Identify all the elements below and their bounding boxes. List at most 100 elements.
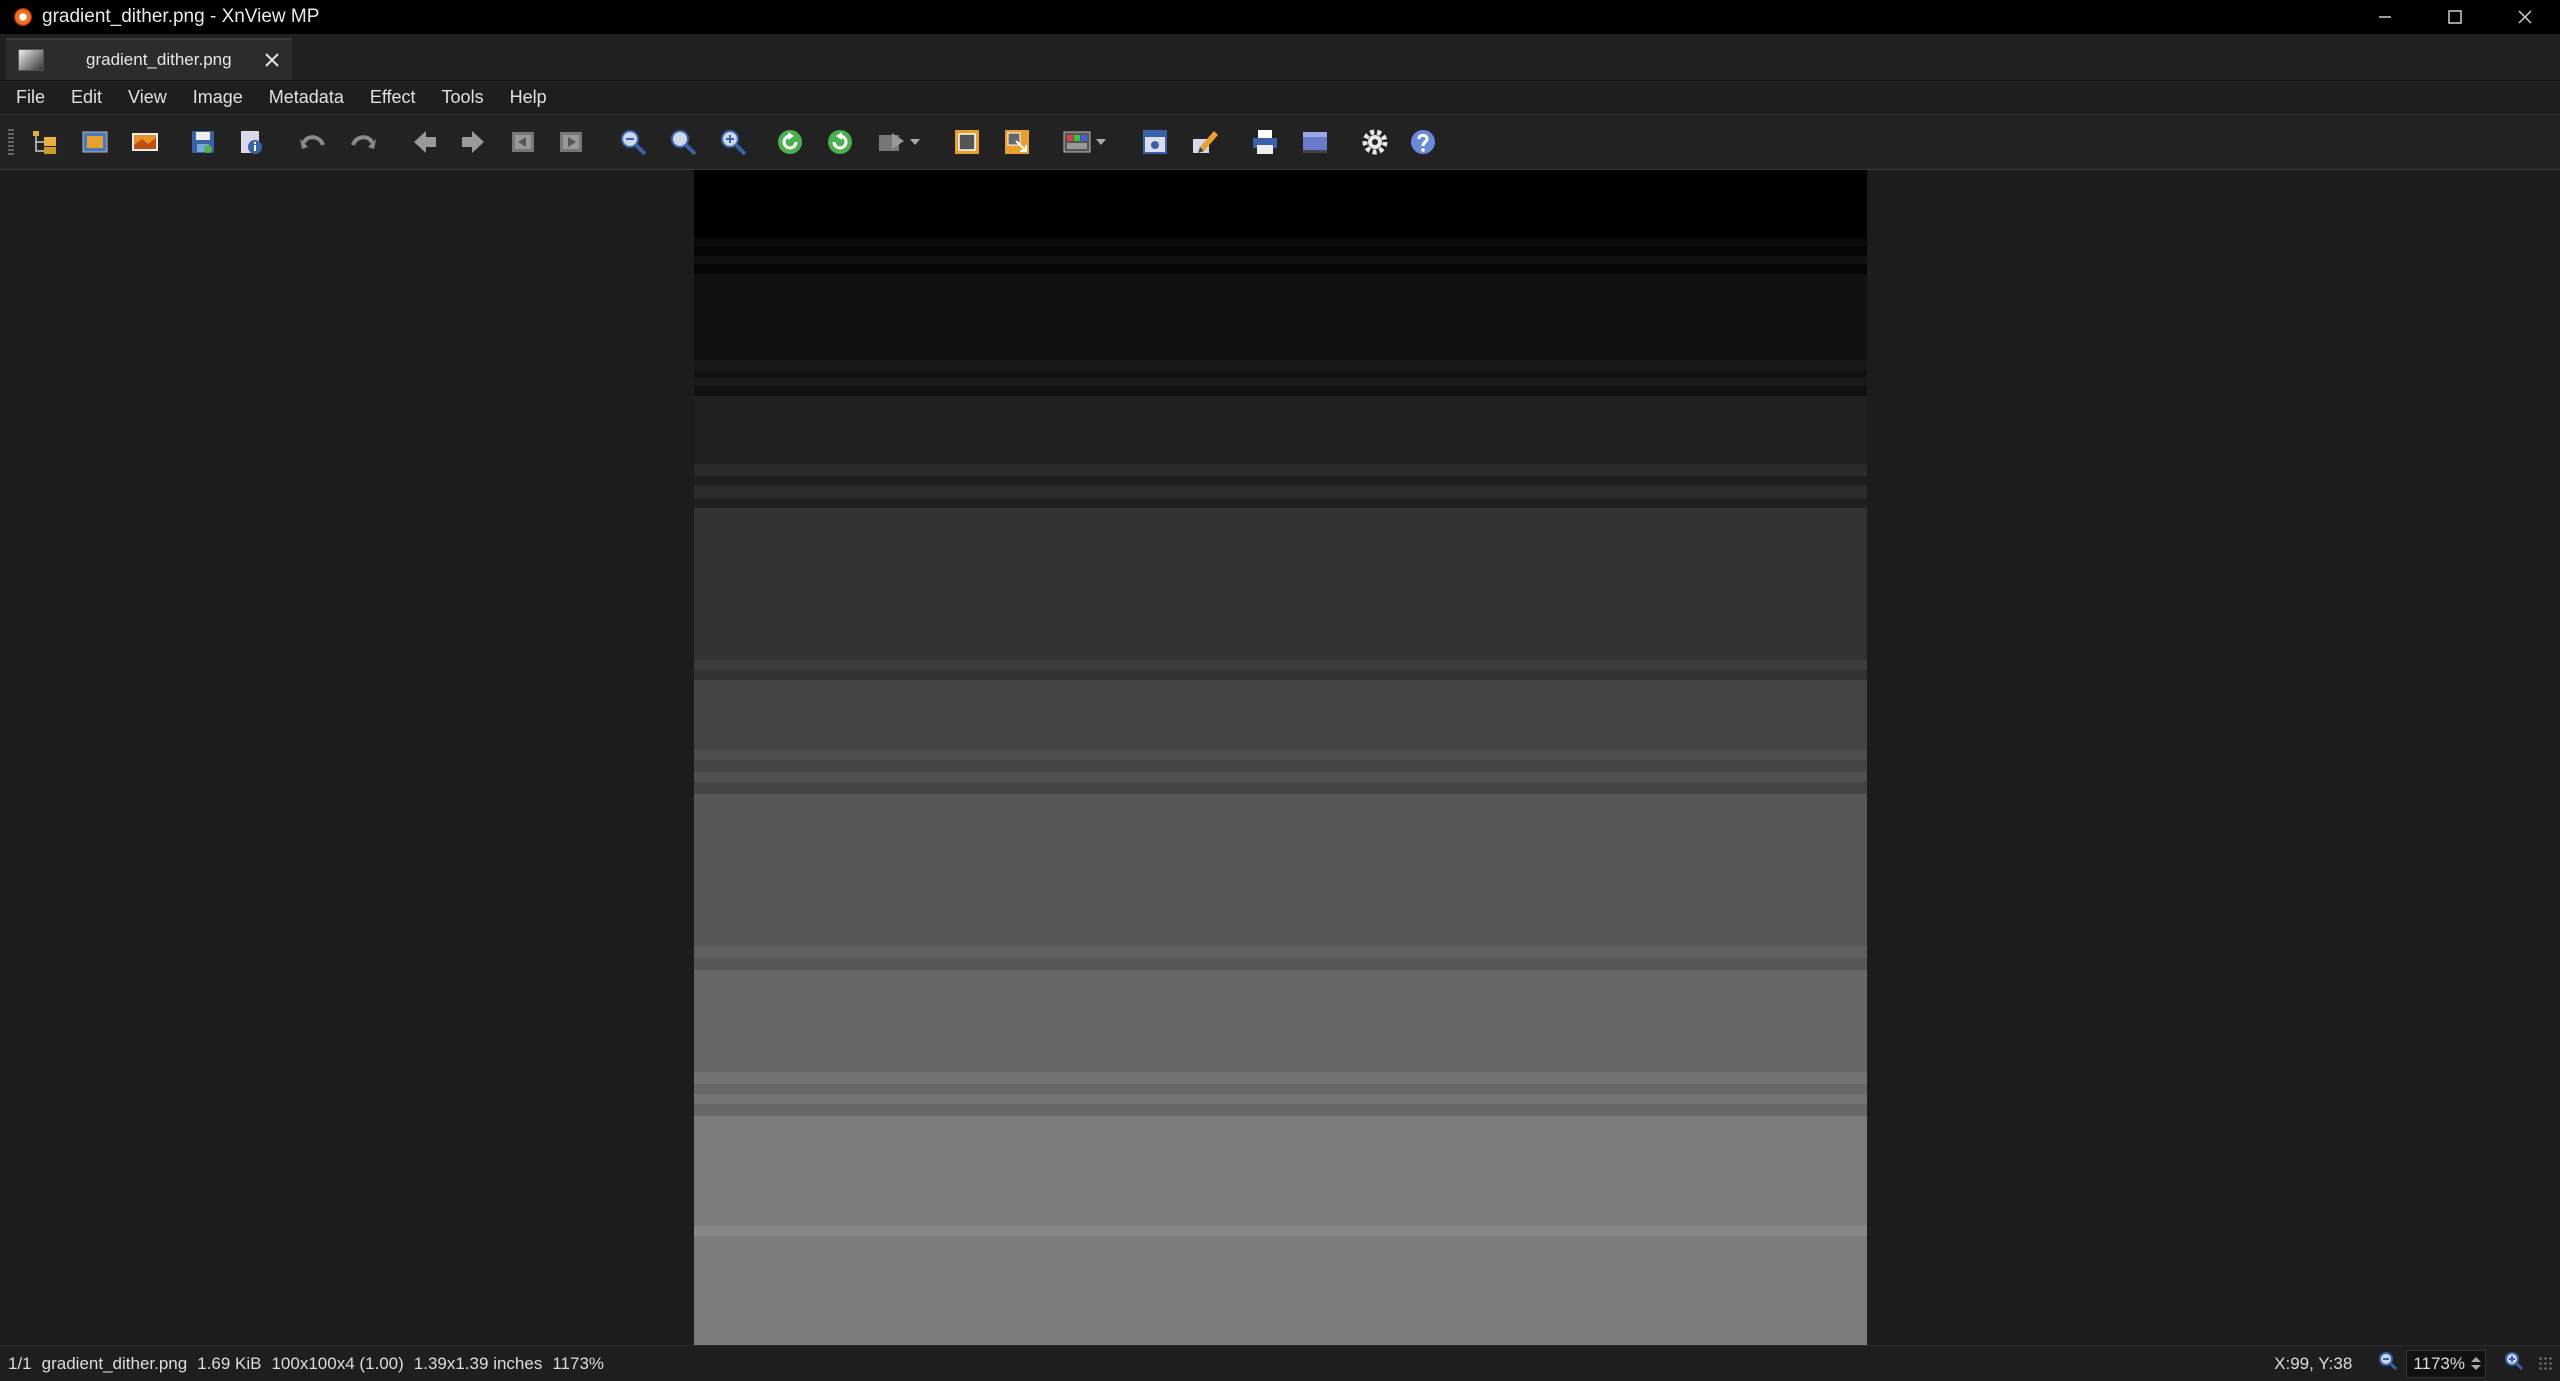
toolbar-grip[interactable] [8, 129, 14, 157]
image-band [694, 378, 1867, 386]
zoom-out-icon [2379, 1352, 2398, 1371]
maximize-icon [2448, 10, 2462, 24]
menu-edit[interactable]: Edit [61, 87, 112, 108]
close-icon [2518, 10, 2532, 24]
display-icon [1303, 132, 1327, 153]
properties-icon [241, 131, 262, 154]
previous-button[interactable] [408, 125, 442, 159]
status-filesize: 1.69 KiB [197, 1353, 262, 1373]
image-band [694, 264, 1867, 274]
edit-button[interactable] [1188, 125, 1222, 159]
settings-button[interactable] [1358, 125, 1392, 159]
open-icon [132, 133, 158, 151]
zoom-out-status-button[interactable] [2378, 1351, 2398, 1376]
image-band [694, 670, 1867, 680]
status-dimensions: 100x100x4 (1.00) [271, 1353, 404, 1373]
zoom-spinner[interactable] [2471, 1357, 2481, 1370]
export-button[interactable] [874, 125, 920, 159]
title-bar: gradient_dither.png - XnView MP [0, 0, 2560, 34]
status-coords: X:99, Y:38 [2274, 1353, 2353, 1373]
toolbar [0, 114, 2560, 171]
browser-icon [33, 131, 56, 154]
print-button[interactable] [1248, 125, 1282, 159]
first-page-button[interactable] [506, 125, 540, 159]
maximize-button[interactable] [2420, 0, 2490, 34]
save-icon [192, 131, 214, 153]
resize-button[interactable] [1000, 125, 1034, 159]
image-band [694, 1084, 1867, 1094]
properties-button[interactable] [234, 125, 268, 159]
crop-button[interactable] [950, 125, 984, 159]
menu-file[interactable]: File [6, 87, 55, 108]
menu-metadata[interactable]: Metadata [259, 87, 354, 108]
help-button[interactable] [1406, 125, 1440, 159]
crop-icon [955, 130, 979, 154]
open-image-button[interactable] [128, 125, 162, 159]
browser-button[interactable] [28, 125, 62, 159]
image-band [694, 170, 1867, 238]
settings-icon [1362, 129, 1388, 155]
image-band [694, 486, 1867, 498]
displayed-image[interactable] [694, 170, 1867, 1345]
menu-view[interactable]: View [118, 87, 177, 108]
image-band [694, 772, 1867, 782]
image-band [694, 498, 1867, 508]
zoom-in-icon [2505, 1352, 2524, 1371]
resize-grip[interactable] [2538, 1355, 2554, 1372]
image-band [694, 660, 1867, 670]
menu-image[interactable]: Image [183, 87, 253, 108]
image-band [694, 508, 1867, 660]
image-viewer[interactable] [0, 170, 2560, 1345]
display-button[interactable] [1298, 125, 1332, 159]
minimize-button[interactable] [2350, 0, 2420, 34]
tab-close-button[interactable] [262, 50, 282, 70]
image-band [694, 360, 1867, 370]
image-band [694, 1226, 1867, 1236]
undo-icon [300, 135, 325, 149]
rotate-left-icon [778, 130, 802, 154]
save-button[interactable] [186, 125, 220, 159]
tab-gradient-dither[interactable]: gradient_dither.png [6, 38, 292, 80]
fullscreen-icon [82, 131, 108, 153]
color-adjust-button[interactable] [1060, 125, 1106, 159]
tab-thumbnail [18, 49, 44, 71]
image-band [694, 256, 1867, 264]
rotate-left-button[interactable] [773, 125, 807, 159]
zoom-fit-icon [671, 130, 697, 156]
close-button[interactable] [2490, 0, 2560, 34]
undo-button[interactable] [296, 125, 330, 159]
menu-help[interactable]: Help [500, 87, 557, 108]
menu-tools[interactable]: Tools [432, 87, 494, 108]
next-button[interactable] [456, 125, 490, 159]
zoom-in-button[interactable] [716, 125, 750, 159]
chevron-down-icon [1096, 139, 1106, 145]
image-band [694, 396, 1867, 464]
status-bar: 1/1 gradient_dither.png 1.69 KiB 100x100… [0, 1345, 2560, 1381]
image-band [694, 680, 1867, 750]
rotate-right-icon [828, 130, 852, 154]
close-icon [265, 53, 279, 67]
tab-label: gradient_dither.png [86, 50, 232, 69]
zoom-out-button[interactable] [616, 125, 650, 159]
status-right: X:99, Y:38 1173% [2274, 1346, 2560, 1381]
image-band [694, 476, 1867, 486]
rotate-right-button[interactable] [823, 125, 857, 159]
zoom-spinbox[interactable]: 1173% [2406, 1349, 2486, 1378]
redo-button[interactable] [346, 125, 380, 159]
image-band [694, 794, 1867, 946]
status-page: 1/1 [8, 1353, 32, 1373]
menu-effect[interactable]: Effect [360, 87, 426, 108]
image-band [694, 760, 1867, 772]
image-band [694, 1072, 1867, 1084]
zoom-fit-button[interactable] [666, 125, 700, 159]
capture-button[interactable] [1138, 125, 1172, 159]
zoom-value: 1173% [2413, 1353, 2465, 1373]
tab-bar: gradient_dither.png [0, 34, 2560, 81]
zoom-in-status-button[interactable] [2504, 1351, 2524, 1376]
image-band [694, 386, 1867, 396]
last-page-button[interactable] [554, 125, 588, 159]
image-band [694, 946, 1867, 958]
image-band [694, 274, 1867, 360]
redo-icon [351, 135, 376, 149]
fullscreen-button[interactable] [78, 125, 112, 159]
